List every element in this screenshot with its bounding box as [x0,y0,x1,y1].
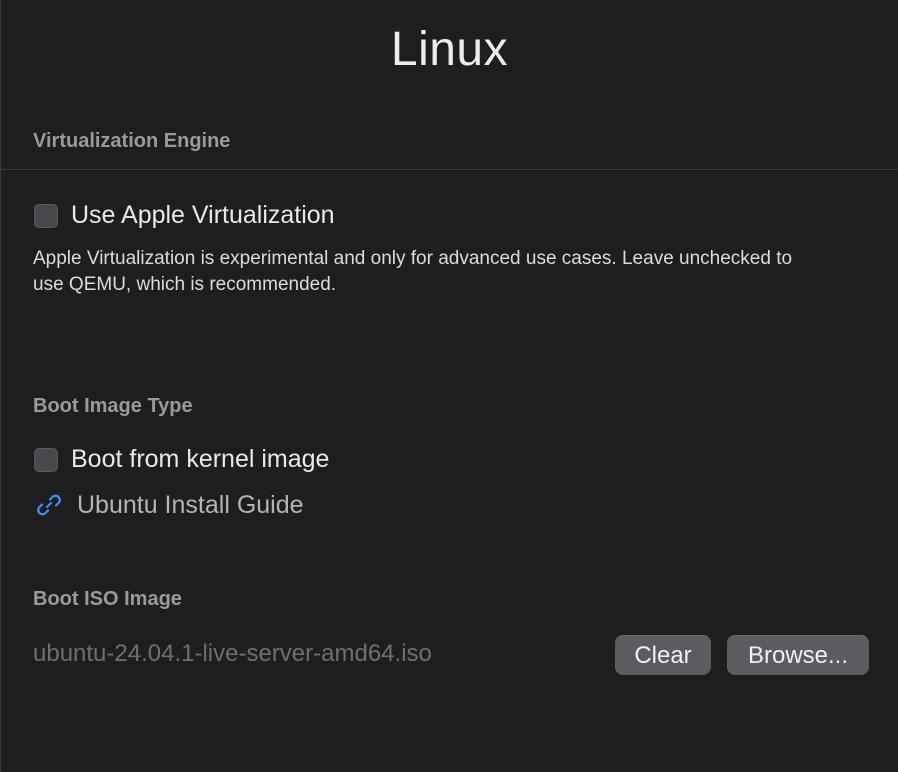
clear-button[interactable]: Clear [615,635,711,675]
boot-iso-path-field: ubuntu-24.04.1-live-server-amd64.iso [33,640,432,667]
use-apple-virtualization-checkbox[interactable] [34,203,58,228]
boot-iso-image-header: Boot ISO Image [33,588,182,610]
boot-from-kernel-label: Boot from kernel image [71,445,330,473]
boot-from-kernel-checkbox[interactable] [34,447,58,472]
virtualization-description: Apple Virtualization is experimental and… [33,248,793,295]
link-icon [34,490,64,520]
browse-button[interactable]: Browse... [727,635,869,675]
ubuntu-install-guide-link[interactable]: Ubuntu Install Guide [34,490,304,520]
page-title: Linux [390,23,509,76]
ubuntu-install-guide-label: Ubuntu Install Guide [77,490,304,519]
boot-from-kernel-checkbox-row[interactable]: Boot from kernel image [34,445,329,474]
use-apple-virtualization-label: Use Apple Virtualization [71,201,335,229]
use-apple-virtualization-checkbox-row[interactable]: Use Apple Virtualization [34,201,335,230]
window: Linux Virtualization Engine Use Apple Vi… [0,0,898,772]
boot-image-type-header: Boot Image Type [33,395,193,417]
virtualization-engine-header: Virtualization Engine [33,130,231,152]
divider [1,169,898,170]
